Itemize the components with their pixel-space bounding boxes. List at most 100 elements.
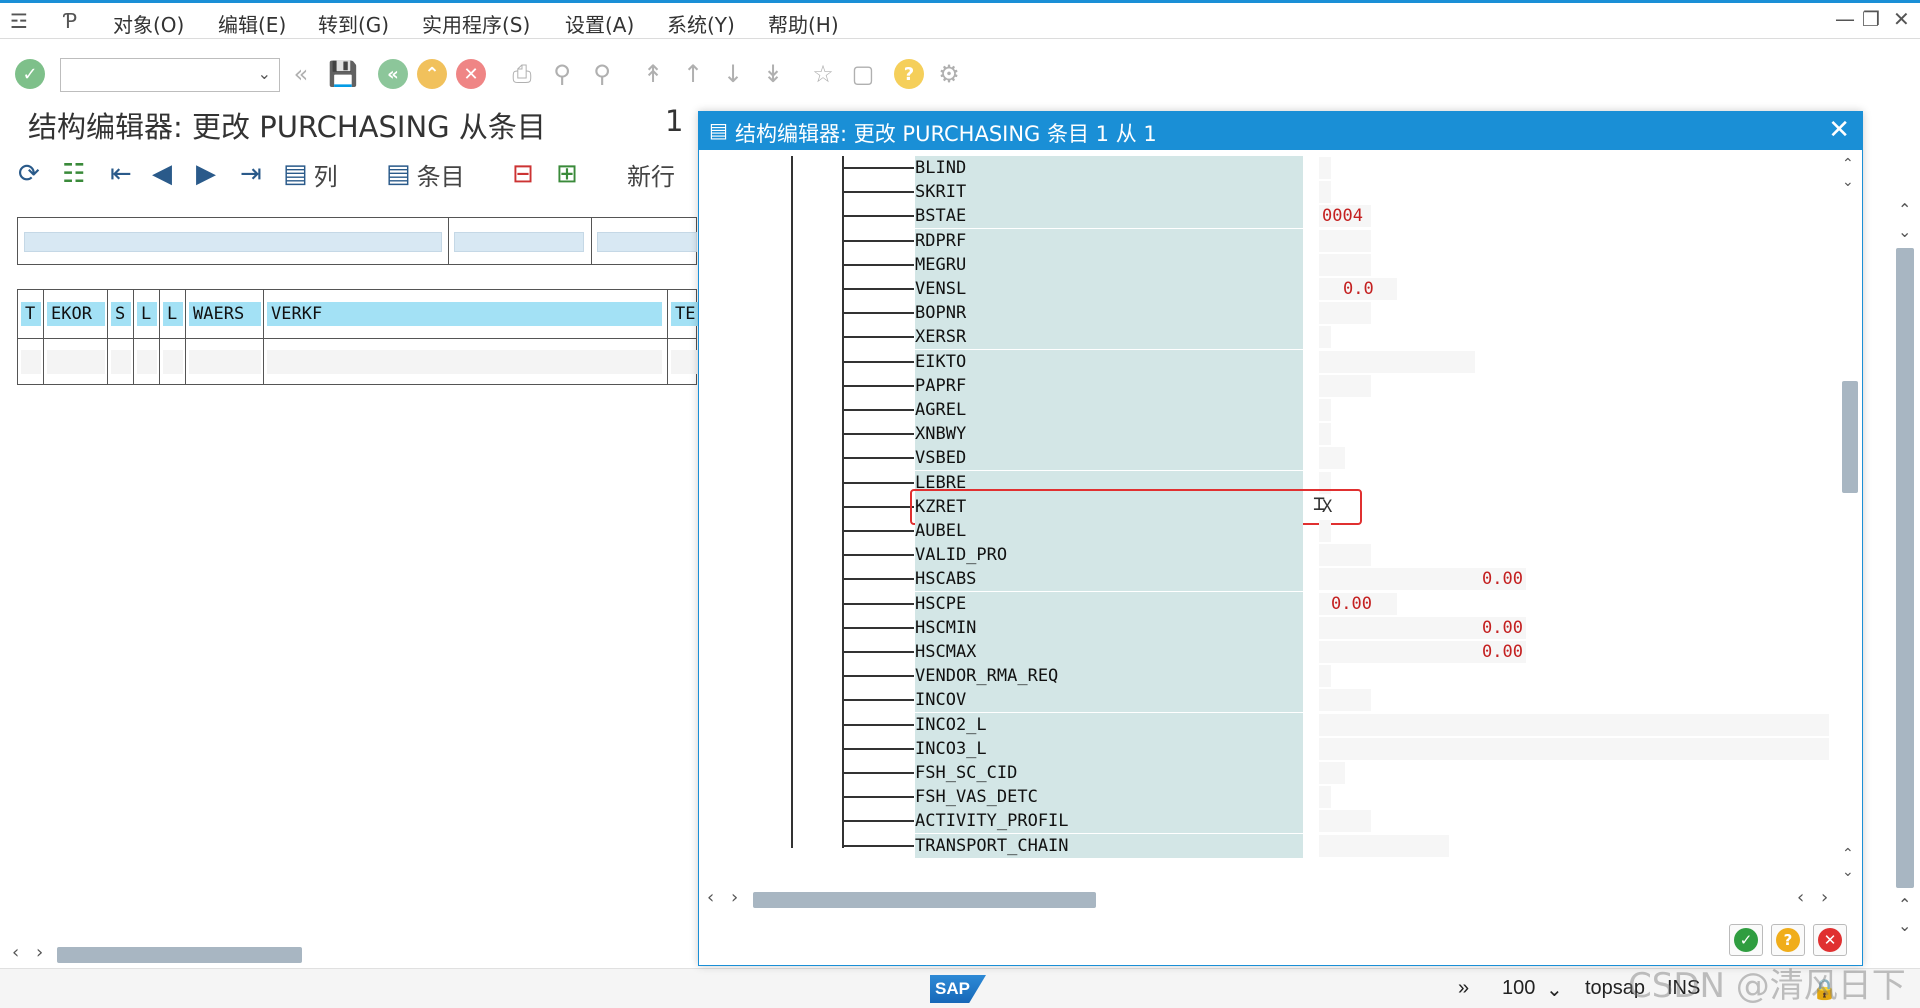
- help-icon[interactable]: ?: [892, 57, 926, 91]
- field-value-input[interactable]: [1319, 810, 1371, 833]
- header-field-1[interactable]: [24, 232, 442, 252]
- header-field-3[interactable]: [597, 232, 697, 252]
- exit-icon[interactable]: ⌃: [415, 57, 449, 91]
- column-header-waers[interactable]: WAERS: [189, 302, 261, 326]
- double-chevron-left-icon[interactable]: «: [284, 57, 318, 91]
- next-entry-button[interactable]: ▶: [196, 156, 222, 192]
- field-value-input[interactable]: [1319, 181, 1331, 204]
- field-value-input[interactable]: [1319, 326, 1331, 349]
- scroll-up-icon[interactable]: ⌃: [1898, 895, 1911, 914]
- field-value-input[interactable]: [1319, 374, 1371, 397]
- hierarchy-button[interactable]: ☷: [62, 156, 91, 192]
- header-field-2[interactable]: [454, 232, 584, 252]
- field-value-input[interactable]: [1319, 520, 1331, 542]
- save-icon[interactable]: 💾: [326, 57, 360, 91]
- back-icon[interactable]: «: [376, 57, 410, 91]
- sap-menu-icon[interactable]: Ƥ: [64, 9, 77, 33]
- dialog-vertical-scrollbar[interactable]: ⌃ ⌄ ⌃ ⌄: [1834, 156, 1862, 886]
- field-value-input[interactable]: [1319, 253, 1371, 276]
- menu-utilities[interactable]: 实用程序(S): [422, 9, 530, 38]
- scroll-right-icon[interactable]: ›: [1821, 887, 1828, 908]
- table-cell[interactable]: [111, 350, 131, 374]
- field-value-input[interactable]: [1319, 447, 1345, 470]
- cancel-button[interactable]: ✕: [1813, 924, 1847, 956]
- field-value-input[interactable]: 0.00: [1319, 592, 1397, 615]
- field-value-input[interactable]: 0.00: [1319, 641, 1526, 663]
- field-value-input[interactable]: [1319, 713, 1829, 736]
- chevron-down-icon[interactable]: ⌄: [1546, 977, 1563, 1002]
- refresh-button[interactable]: ⟳: [18, 156, 46, 192]
- new-row-button[interactable]: 新行: [627, 156, 675, 192]
- column-header-verkf[interactable]: VERKF: [267, 302, 662, 326]
- scroll-down-icon[interactable]: ⌄: [1842, 174, 1854, 190]
- table-cell[interactable]: [137, 350, 157, 374]
- cancel-icon[interactable]: ✕: [454, 57, 488, 91]
- delete-row-button[interactable]: ⊟: [512, 156, 540, 192]
- field-value-input[interactable]: 0.00: [1319, 568, 1526, 591]
- scroll-down-icon[interactable]: ⌄: [1842, 864, 1854, 880]
- previous-page-icon[interactable]: ↑: [676, 57, 710, 91]
- column-header-te[interactable]: TE: [671, 302, 698, 326]
- field-value-input[interactable]: [1319, 229, 1371, 252]
- field-value-input[interactable]: [1319, 544, 1371, 567]
- menu-toggle-icon[interactable]: ☲: [10, 9, 28, 33]
- scroll-up-icon[interactable]: ⌃: [1842, 846, 1854, 862]
- field-value-input[interactable]: [1319, 350, 1475, 373]
- scroll-left-icon[interactable]: ‹: [707, 887, 714, 908]
- scroll-right-icon[interactable]: ›: [731, 887, 738, 908]
- scroll-thumb[interactable]: [753, 892, 1096, 908]
- create-session-icon[interactable]: ☆: [806, 57, 840, 91]
- menu-edit[interactable]: 编辑(E): [218, 9, 286, 38]
- confirm-button[interactable]: ✓: [1729, 924, 1763, 956]
- table-cell[interactable]: [47, 350, 105, 374]
- next-page-icon[interactable]: ↓: [716, 57, 750, 91]
- column-header-ekor[interactable]: EKOR: [47, 302, 105, 326]
- table-cell[interactable]: [163, 350, 183, 374]
- field-value-input[interactable]: [1319, 665, 1331, 688]
- field-value-input[interactable]: [1319, 399, 1331, 421]
- help-button[interactable]: ?: [1771, 924, 1805, 956]
- table-cell[interactable]: [189, 350, 261, 374]
- last-entry-button[interactable]: ⇥: [240, 156, 268, 192]
- double-chevron-right-icon[interactable]: »: [1458, 977, 1469, 1000]
- first-entry-button[interactable]: ⇤: [110, 156, 138, 192]
- print-icon[interactable]: ⎙: [505, 57, 539, 91]
- column-header-t[interactable]: T: [21, 302, 41, 326]
- entry-button[interactable]: ▤ 条目: [386, 156, 465, 192]
- command-field[interactable]: ⌄: [60, 58, 280, 92]
- field-value-input[interactable]: [1319, 786, 1331, 809]
- menu-settings[interactable]: 设置(A): [565, 9, 634, 38]
- find-icon[interactable]: ⚲: [545, 57, 579, 91]
- menu-system[interactable]: 系统(Y): [667, 9, 735, 38]
- scroll-up-icon[interactable]: ⌃: [1842, 156, 1854, 172]
- menu-goto[interactable]: 转到(G): [318, 9, 389, 38]
- insert-row-button[interactable]: ⊞: [556, 156, 584, 192]
- scroll-right-icon[interactable]: ›: [36, 942, 43, 963]
- menu-help[interactable]: 帮助(H): [768, 9, 839, 38]
- dialog-horizontal-scrollbar[interactable]: ‹ › ‹ ›: [699, 887, 1834, 911]
- chevron-down-icon[interactable]: ⌄: [258, 64, 271, 83]
- gear-icon[interactable]: ⚙: [932, 57, 966, 91]
- table-cell[interactable]: [267, 350, 662, 374]
- column-header-s[interactable]: S: [111, 302, 131, 326]
- scroll-up-icon[interactable]: ⌃: [1898, 200, 1911, 219]
- field-value-input[interactable]: [1319, 157, 1331, 179]
- scroll-thumb[interactable]: [57, 947, 302, 963]
- table-cell[interactable]: [671, 350, 698, 374]
- main-vertical-scrollbar[interactable]: ⌃ ⌄ ⌃ ⌄: [1892, 200, 1920, 940]
- scroll-down-icon[interactable]: ⌄: [1898, 916, 1911, 935]
- find-next-icon[interactable]: ⚲: [585, 57, 619, 91]
- field-value-input[interactable]: [1319, 689, 1371, 712]
- main-horizontal-scrollbar[interactable]: ‹ ›: [0, 942, 700, 966]
- menu-object[interactable]: 对象(O): [113, 9, 184, 38]
- field-value-input[interactable]: 0.0: [1319, 278, 1397, 300]
- minimize-icon[interactable]: —: [1835, 7, 1855, 31]
- column-header-l2[interactable]: L: [163, 302, 183, 326]
- field-value-input[interactable]: [1319, 737, 1829, 760]
- field-value-input[interactable]: [1319, 302, 1371, 325]
- window-close-icon[interactable]: ✕: [1893, 7, 1910, 31]
- shortcut-icon[interactable]: ▢: [846, 57, 880, 91]
- table-cell[interactable]: [21, 350, 41, 374]
- previous-entry-button[interactable]: ◀: [152, 156, 178, 192]
- restore-icon[interactable]: ❐: [1862, 7, 1880, 31]
